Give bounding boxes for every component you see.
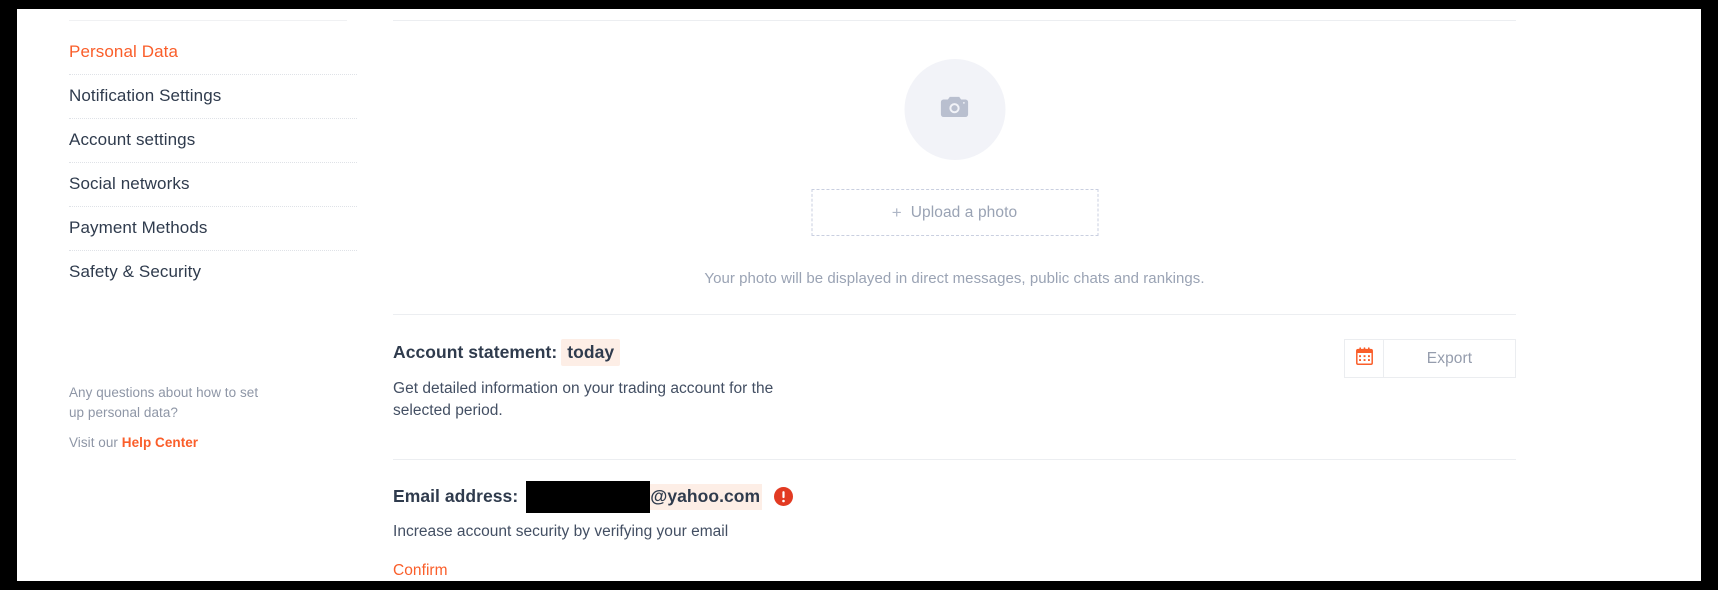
avatar-placeholder: [904, 59, 1005, 160]
account-statement-description: Get detailed information on your trading…: [393, 378, 813, 422]
statement-period-badge[interactable]: today: [561, 339, 621, 366]
sidebar-item-social-networks[interactable]: Social networks: [69, 163, 357, 206]
statement-top-divider: [393, 314, 1516, 315]
email-redaction-block: [526, 480, 651, 513]
export-controls: Export: [1344, 339, 1516, 378]
settings-sidebar: Personal Data Notification Settings Acco…: [53, 9, 357, 581]
sidebar-item-label: Payment Methods: [69, 218, 208, 237]
upload-photo-label: Upload a photo: [910, 203, 1018, 221]
email-address-row: Email address: @yahoo.com: [393, 480, 1516, 513]
camera-icon: [940, 94, 970, 125]
calendar-icon: [1355, 347, 1373, 370]
account-statement-label: Account statement:: [393, 342, 558, 362]
help-question-line-2: up personal data?: [69, 405, 178, 420]
sidebar-item-notification-settings[interactable]: Notification Settings: [69, 75, 357, 118]
window-frame: Personal Data Notification Settings Acco…: [0, 0, 1718, 590]
sidebar-top-divider: [69, 20, 347, 21]
sidebar-item-label: Notification Settings: [69, 86, 222, 105]
statement-desc-line-2: selected period.: [393, 402, 503, 419]
sidebar-help-block: Any questions about how to set up person…: [69, 383, 319, 452]
sidebar-item-label: Account settings: [69, 130, 196, 149]
sidebar-item-label: Social networks: [69, 174, 190, 193]
account-statement-section: Account statement: today Get detailed inf…: [393, 339, 1516, 422]
email-address-label: Email address:: [393, 486, 519, 506]
profile-photo-section: + Upload a photo Your photo will be disp…: [393, 20, 1516, 314]
email-address-section: Email address: @yahoo.com Increase accou…: [393, 480, 1516, 580]
main-content: + Upload a photo Your photo will be disp…: [377, 9, 1701, 581]
export-button[interactable]: Export: [1384, 339, 1516, 378]
upload-photo-button[interactable]: + Upload a photo: [811, 189, 1098, 236]
help-question-line-1: Any questions about how to set: [69, 385, 259, 400]
email-domain: @yahoo.com: [650, 483, 763, 510]
email-top-divider: [393, 459, 1516, 460]
personal-data-page: Personal Data Notification Settings Acco…: [17, 9, 1701, 581]
help-center-link[interactable]: Help Center: [122, 435, 198, 450]
sidebar-nav: Personal Data Notification Settings Acco…: [69, 31, 357, 294]
sidebar-item-safety-security[interactable]: Safety & Security: [69, 251, 357, 294]
help-visit-prefix: Visit our: [69, 435, 122, 450]
sidebar-item-label: Personal Data: [69, 42, 179, 61]
sidebar-item-payment-methods[interactable]: Payment Methods: [69, 207, 357, 250]
photo-caption: Your photo will be displayed in direct m…: [704, 270, 1205, 287]
statement-desc-line-1: Get detailed information on your trading…: [393, 380, 774, 397]
email-verify-subtext: Increase account security by verifying y…: [393, 523, 729, 540]
help-visit-line: Visit our Help Center: [69, 434, 319, 452]
confirm-email-link[interactable]: Confirm: [393, 562, 448, 580]
sidebar-item-label: Safety & Security: [69, 262, 202, 281]
plus-icon: +: [891, 203, 902, 222]
sidebar-item-account-settings[interactable]: Account settings: [69, 119, 357, 162]
alert-circle-icon: [774, 487, 794, 506]
calendar-picker-button[interactable]: [1344, 339, 1384, 378]
sidebar-item-personal-data[interactable]: Personal Data: [69, 31, 357, 74]
